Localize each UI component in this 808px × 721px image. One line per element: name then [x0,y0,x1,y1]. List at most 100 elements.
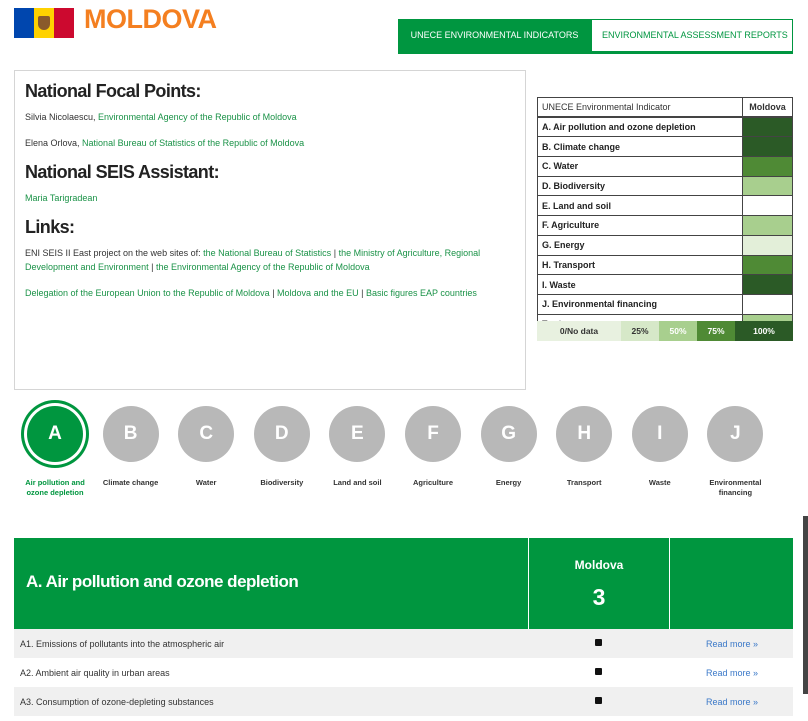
section-score: 3 [592,584,606,610]
link-moldova-eu[interactable]: Moldova and the EU [277,288,359,298]
circle-nav-c[interactable]: C Water [171,406,241,488]
indicator-row-label: C. Water [537,156,743,177]
indicator-row-label: J. Environmental financing [537,293,743,315]
circle-nav-a[interactable]: A Air pollution and ozone depletion [20,406,90,498]
country-title: MOLDOVA [84,4,217,34]
indicator-score-cell [742,254,793,276]
indicator-header-country: Moldova [742,97,793,118]
circle-label: Waste [648,478,671,487]
circle-label: Water [195,478,217,487]
scrollbar[interactable] [803,516,808,694]
indicator-score-cell [742,175,793,197]
indicator-detail-row: A3. Consumption of ozone-depleting subst… [14,687,793,716]
indicator-score-cell [742,156,793,177]
link-basic-figures[interactable]: Basic figures EAP countries [366,288,477,298]
indicator-score-cell [742,234,793,256]
seis-assistant: Maria Tarigradean [25,191,515,205]
indicator-circles-nav: A Air pollution and ozone depletion B Clima… [14,406,794,526]
legend-item: 25% [621,321,659,341]
circle-letter: E [329,406,386,462]
focal-point-1: Silvia Nicolaescu, Environmental Agency … [25,110,515,124]
read-more-link[interactable]: Read more » [706,668,758,678]
indicator-row-label: I. Waste [537,274,743,295]
legend-item: 0/No data [537,321,621,341]
moldova-flag [14,8,74,38]
section-header: A. Air pollution and ozone depletion Mol… [14,538,793,629]
circle-nav-i[interactable]: I Waste [625,406,695,488]
circle-label: Climate change [102,478,159,487]
seis-assistant-link[interactable]: Maria Tarigradean [25,193,97,203]
focal1-org-link[interactable]: Environmental Agency of the Republic of … [98,112,297,122]
focal-points-heading: National Focal Points: [25,81,201,101]
indicator-row: A. Air pollution and ozone depletion [537,116,793,138]
link-eu-delegation[interactable]: Delegation of the European Union to the … [25,288,270,298]
indicator-detail-label: A3. Consumption of ozone-depleting subst… [20,696,214,707]
indicator-score-cell [742,116,793,138]
circle-letter: H [556,406,613,462]
header-divider [398,52,793,54]
indicator-row: D. Biodiversity [537,175,793,197]
circle-nav-g[interactable]: G Energy [474,406,544,488]
indicator-row-label: F. Agriculture [537,215,743,236]
indicator-row-label: B. Climate change [537,136,743,158]
circle-nav-f[interactable]: F Agriculture [398,406,468,488]
status-square-icon [595,668,602,675]
indicator-detail-row: A2. Ambient air quality in urban areas Re… [14,658,793,687]
legend-item: 50% [659,321,697,341]
indicator-row: C. Water [537,156,793,177]
circle-nav-e[interactable]: E Land and soil [322,406,392,488]
indicator-row: E. Land and soil [537,195,793,217]
tab-unece-indicators[interactable]: UNECE ENVIRONMENTAL INDICATORS [398,19,591,52]
status-square-icon [595,639,602,646]
links-paragraph-2: Delegation of the European Union to the … [25,286,515,300]
indicator-row-label: H. Transport [537,254,743,276]
indicator-score-cell [742,274,793,295]
link-environmental-agency[interactable]: the Environmental Agency of the Republic… [156,262,370,272]
focal2-org-link[interactable]: National Bureau of Statistics of the Rep… [82,138,304,148]
circle-label: Biodiversity [260,478,304,487]
legend-item: 100% [735,321,793,341]
circle-letter: A [27,406,83,462]
focal2-name: Elena Orlova, [25,138,80,148]
links-paragraph-1: ENI SEIS II East project on the web site… [25,246,515,274]
circle-nav-h[interactable]: H Transport [549,406,619,488]
coat-of-arms-icon [38,16,50,30]
indicator-row: J. Environmental financing [537,293,793,315]
circle-nav-b[interactable]: B Climate change [96,406,166,488]
links-intro: ENI SEIS II East project on the web site… [25,248,201,258]
indicator-header-label: UNECE Environmental Indicator [537,97,743,118]
tab-assessment-reports[interactable]: ENVIRONMENTAL ASSESSMENT REPORTS [591,19,793,52]
indicator-row: I. Waste [537,274,793,295]
indicator-row: G. Energy [537,234,793,256]
links-heading: Links: [25,217,75,237]
indicator-score-cell [742,293,793,315]
circle-letter: C [178,406,235,462]
circle-label: Agriculture [412,478,453,487]
read-more-link[interactable]: Read more » [706,697,758,707]
legend: 0/No data 25% 50% 75% 100% [537,321,793,341]
read-more-link[interactable]: Read more » [706,639,758,649]
status-square-icon [595,697,602,704]
section-country: Moldova [574,558,624,572]
indicator-row-label: E. Land and soil [537,195,743,217]
circle-nav-d[interactable]: D Biodiversity [247,406,317,488]
indicator-score-cell [742,195,793,217]
circle-letter: B [102,406,159,462]
circle-label: Environmental financing [709,478,762,497]
indicator-detail-label: A2. Ambient air quality in urban areas [20,667,170,678]
circle-label: Energy [495,478,522,487]
indicator-row: H. Transport [537,254,793,276]
indicator-row: F. Agriculture [537,215,793,236]
info-panel: National Focal Points: Silvia Nicolaescu… [14,70,526,390]
link-separator: | [272,288,275,298]
circle-label: Air pollution and ozone depletion [25,478,85,497]
circle-nav-j[interactable]: J Environmental financing [700,406,770,498]
circle-letter: F [405,406,461,462]
seis-assistant-heading: National SEIS Assistant: [25,162,220,182]
circle-label: Land and soil [333,478,382,487]
indicator-row-label: D. Biodiversity [537,175,743,197]
link-statistics-bureau[interactable]: the National Bureau of Statistics [203,248,331,258]
indicator-rows: A1. Emissions of pollutants into the atm… [14,629,793,716]
circle-label: Transport [566,478,602,487]
circle-letter: I [631,406,688,462]
